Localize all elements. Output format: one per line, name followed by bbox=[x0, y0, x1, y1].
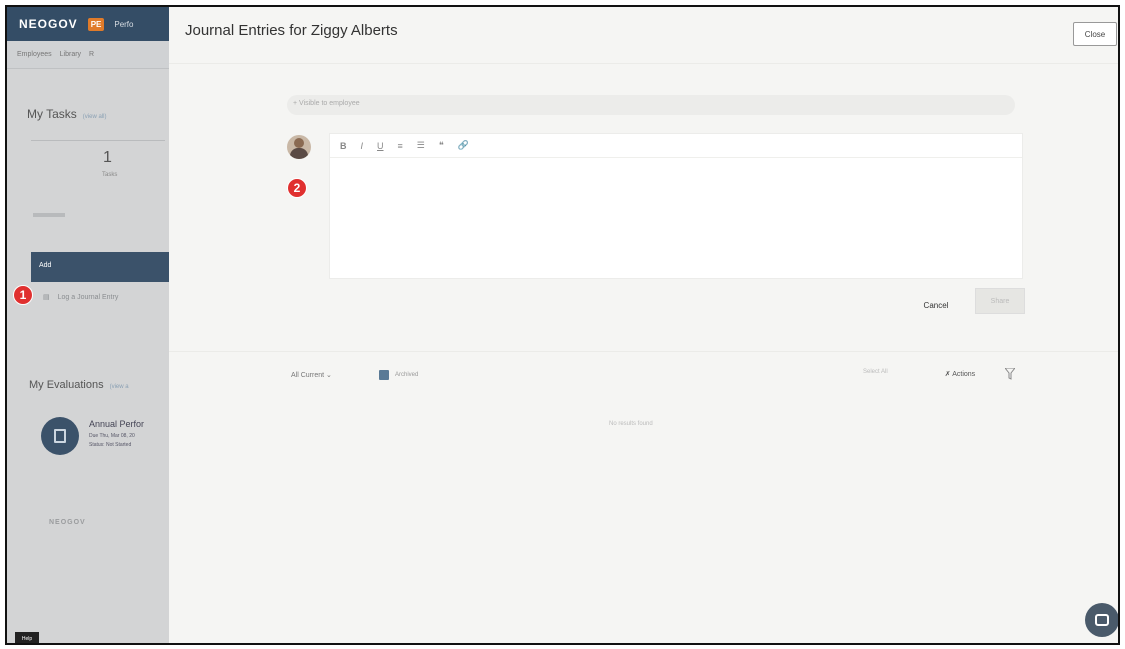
quote-icon[interactable]: ❝ bbox=[439, 140, 444, 151]
bullet-list-icon[interactable]: ☰ bbox=[417, 140, 425, 151]
nav-item-r[interactable]: R bbox=[89, 51, 94, 58]
my-evaluations-title: My Evaluations bbox=[29, 379, 104, 391]
journal-entries-panel: Journal Entries for Ziggy Alberts Close … bbox=[169, 7, 1118, 643]
add-menu-bar[interactable]: Add bbox=[31, 252, 171, 282]
tasks-count: 1 bbox=[103, 149, 112, 166]
checkbox-icon bbox=[379, 370, 389, 380]
evaluations-view-all-link[interactable]: (view a bbox=[110, 384, 129, 390]
my-evaluations-heading: My Evaluations (view a bbox=[29, 379, 129, 391]
link-icon[interactable]: 🔗 bbox=[458, 140, 469, 151]
underline-icon[interactable]: U bbox=[377, 141, 384, 151]
avatar bbox=[287, 135, 311, 159]
share-button[interactable]: Share bbox=[975, 288, 1025, 314]
italic-icon[interactable]: I bbox=[361, 141, 364, 151]
step-1-badge: 1 bbox=[13, 285, 33, 305]
app-nav: Employees Library R bbox=[7, 41, 169, 69]
ordered-list-icon[interactable]: ≡ bbox=[398, 141, 403, 151]
nav-item-employees[interactable]: Employees bbox=[17, 51, 52, 58]
divider bbox=[169, 351, 1118, 352]
product-name: Perfo bbox=[114, 19, 134, 29]
footer-brand: NEOGOV bbox=[49, 519, 86, 526]
my-tasks-title: My Tasks bbox=[27, 107, 77, 121]
actions-button[interactable]: ✗ Actions bbox=[931, 363, 989, 385]
tasks-placeholder-line bbox=[33, 213, 65, 217]
journal-entry-input[interactable] bbox=[330, 158, 1022, 278]
tasks-divider bbox=[31, 140, 165, 141]
archived-filter-checkbox[interactable]: Archived bbox=[379, 370, 418, 380]
background-app: NEOGOV PE Perfo Employees Library R My T… bbox=[7, 7, 171, 643]
visibility-selector[interactable]: + Visible to employee bbox=[287, 95, 1015, 115]
product-badge: PE bbox=[87, 17, 105, 31]
document-icon bbox=[41, 417, 79, 455]
log-journal-entry-link[interactable]: ▤ Log a Journal Entry bbox=[43, 293, 119, 302]
close-button[interactable]: Close bbox=[1073, 22, 1117, 46]
my-tasks-heading: My Tasks (view all) bbox=[27, 107, 106, 121]
brand-logo: NEOGOV bbox=[19, 17, 78, 31]
add-label: Add bbox=[39, 262, 52, 269]
evaluation-status: Status: Not Started bbox=[89, 442, 132, 448]
journal-icon: ▤ bbox=[43, 294, 50, 301]
step-2-badge: 2 bbox=[287, 178, 307, 198]
archived-filter-label: Archived bbox=[395, 372, 419, 378]
journal-editor: B I U ≡ ☰ ❝ 🔗 bbox=[329, 133, 1023, 279]
journal-link-label: Log a Journal Entry bbox=[57, 293, 119, 301]
visibility-label: + Visible to employee bbox=[293, 100, 360, 107]
editor-toolbar: B I U ≡ ☰ ❝ 🔗 bbox=[330, 134, 1022, 158]
bold-icon[interactable]: B bbox=[340, 141, 347, 151]
tasks-count-label: Tasks bbox=[102, 172, 118, 178]
divider bbox=[169, 63, 1118, 64]
chat-bubble-icon[interactable] bbox=[1085, 603, 1118, 637]
tasks-view-all-link[interactable]: (view all) bbox=[83, 114, 107, 120]
status-filter-dropdown[interactable]: All Current ⌄ bbox=[287, 364, 357, 386]
panel-title: Journal Entries for Ziggy Alberts bbox=[185, 22, 398, 39]
funnel-icon[interactable] bbox=[1003, 365, 1017, 383]
cancel-button[interactable]: Cancel bbox=[913, 293, 959, 317]
evaluation-title[interactable]: Annual Perfor bbox=[89, 419, 144, 429]
evaluation-due: Due Thu, Mar 08, 20 bbox=[89, 433, 135, 439]
screen-frame: NEOGOV PE Perfo Employees Library R My T… bbox=[5, 5, 1120, 645]
help-button[interactable]: Help bbox=[15, 632, 39, 643]
select-all-link[interactable]: Select All bbox=[863, 369, 888, 375]
app-header: NEOGOV PE Perfo bbox=[7, 7, 169, 41]
empty-state-text: No results found bbox=[609, 421, 653, 427]
nav-item-library[interactable]: Library bbox=[60, 51, 81, 58]
